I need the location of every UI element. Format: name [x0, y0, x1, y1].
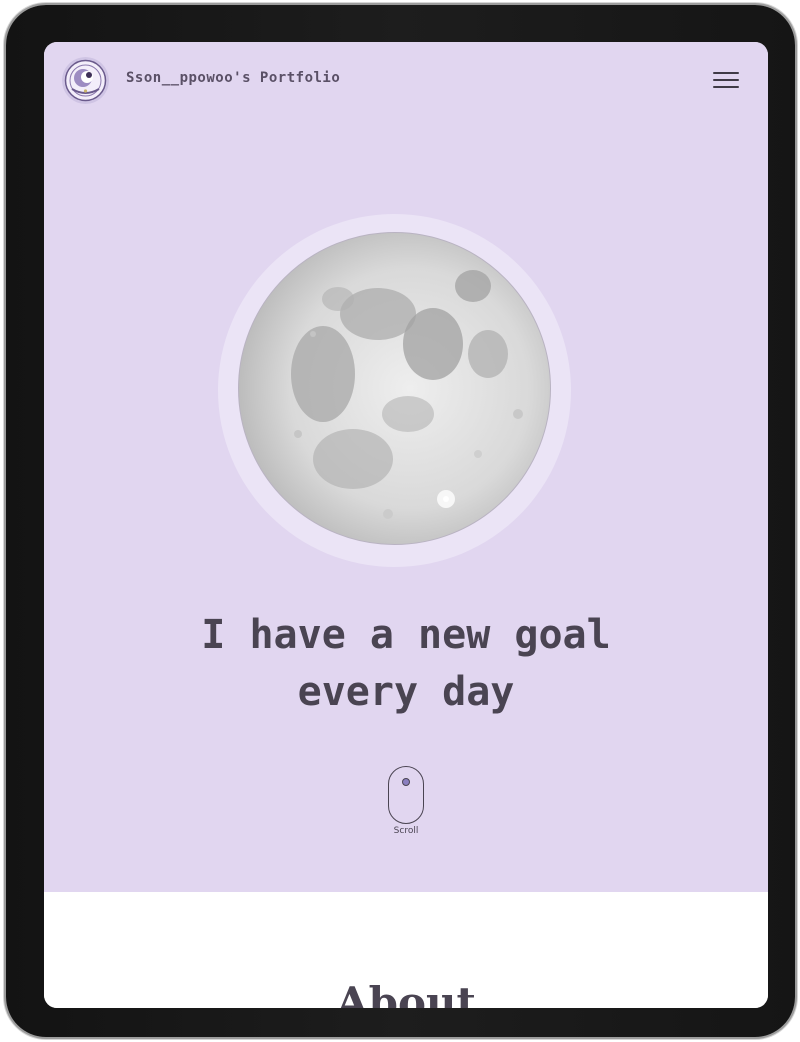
headline-line-2: every day — [297, 669, 515, 715]
moon-image — [218, 214, 571, 567]
hero-section: Sson__ppowoo's Portfolio I have a new go… — [44, 42, 768, 892]
scroll-label: Scroll — [393, 826, 419, 836]
menu-line-top — [713, 72, 739, 74]
menu-line-middle — [713, 79, 739, 81]
scroll-wheel-dot — [402, 778, 410, 786]
tablet-device-frame: Sson__ppowoo's Portfolio I have a new go… — [6, 5, 795, 1037]
menu-line-bottom — [713, 86, 739, 88]
scroll-button[interactable]: Scroll — [376, 766, 436, 838]
hamburger-menu-icon[interactable] — [710, 67, 742, 93]
hero-headline: I have a new goal every day — [44, 607, 768, 721]
about-section: About — [44, 892, 768, 1008]
device-screen: Sson__ppowoo's Portfolio I have a new go… — [44, 42, 768, 1008]
mouse-scroll-icon — [388, 766, 424, 824]
about-heading: About — [336, 978, 476, 1008]
site-title[interactable]: Sson__ppowoo's Portfolio — [126, 70, 340, 86]
portfolio-logo-icon[interactable] — [62, 57, 109, 104]
headline-line-1: I have a new goal — [201, 612, 611, 658]
